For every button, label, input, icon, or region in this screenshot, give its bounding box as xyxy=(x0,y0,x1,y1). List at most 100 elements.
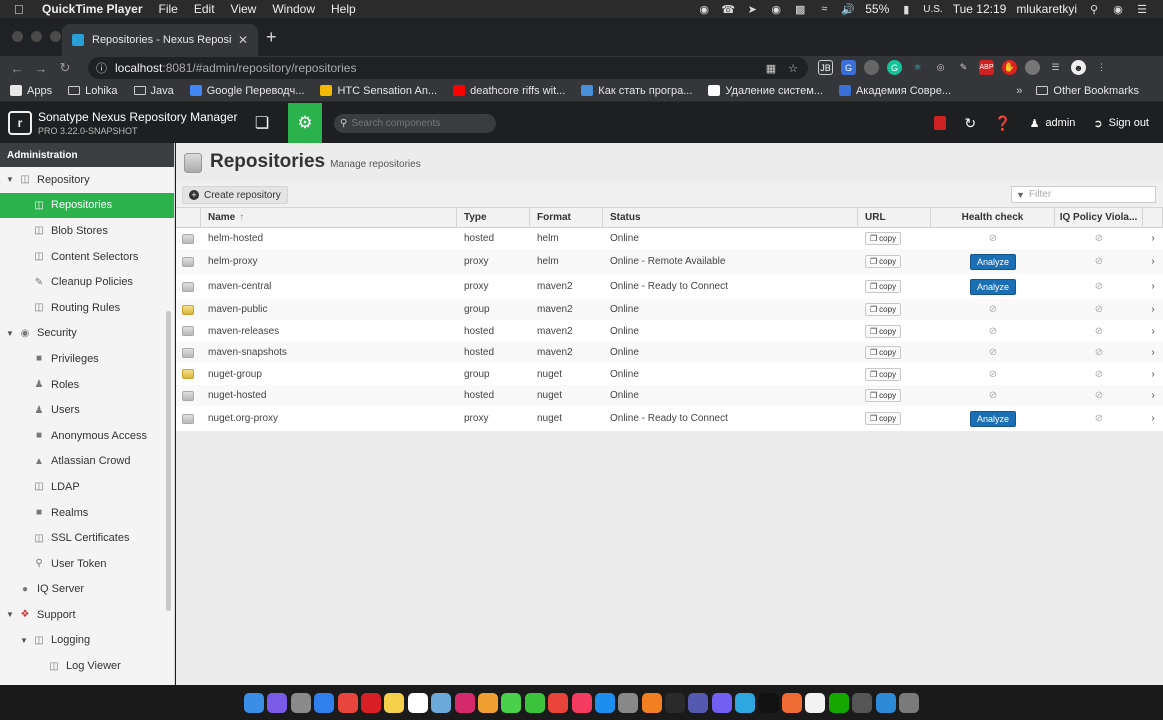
trash-icon[interactable] xyxy=(898,692,919,713)
launchpad-icon[interactable] xyxy=(290,692,311,713)
copy-url-button[interactable]: ❐ copy xyxy=(865,389,902,402)
row-chevron-cell[interactable]: › xyxy=(1143,406,1163,431)
notification-center-icon[interactable]: ☰ xyxy=(1135,3,1149,16)
sidebar-item-routing-rules[interactable]: ◫ Routing Rules xyxy=(0,295,174,321)
music-icon[interactable] xyxy=(571,692,592,713)
copy-url-button[interactable]: ❐ copy xyxy=(865,232,902,245)
bookmark-item[interactable]: HTC Sensation An... xyxy=(320,85,437,97)
refresh-icon[interactable]: ↻ xyxy=(964,115,976,132)
more-bookmarks-chevron-icon[interactable]: » xyxy=(1016,85,1022,97)
ext-pen-icon[interactable]: ✎ xyxy=(956,60,971,75)
col-status[interactable]: Status xyxy=(603,208,858,227)
row-chevron-cell[interactable]: › xyxy=(1143,299,1163,320)
copy-url-button[interactable]: ❐ copy xyxy=(865,367,902,381)
ext-circle-icon[interactable] xyxy=(864,60,879,75)
table-row[interactable]: maven-central proxy maven2 Online - Ready t… xyxy=(176,274,1163,299)
new-tab-button[interactable]: + xyxy=(266,28,277,46)
table-row[interactable]: nuget-group group nuget Online ❐ copy ⊘ ⊘ › xyxy=(176,363,1163,385)
forward-arrow-icon[interactable]: → xyxy=(34,61,48,76)
close-tab-icon[interactable]: ✕ xyxy=(238,33,248,47)
create-repository-button[interactable]: + Create repository xyxy=(182,186,288,204)
ext-grammarly-icon[interactable]: G xyxy=(887,60,902,75)
table-row[interactable]: maven-public group maven2 Online ❐ copy ⊘ ⊘ › xyxy=(176,299,1163,320)
safari-icon[interactable] xyxy=(314,692,335,713)
other-bookmarks[interactable]: Other Bookmarks xyxy=(1036,85,1139,97)
expand-caret-icon[interactable]: ▼ xyxy=(5,175,15,184)
help-icon[interactable]: ❓ xyxy=(994,115,1011,132)
user-menu[interactable]: ♟ admin xyxy=(1030,117,1076,130)
sidebar-item-ldap[interactable]: ◫ LDAP xyxy=(0,474,174,500)
siri-menu-icon[interactable]: ◉ xyxy=(1111,3,1125,16)
sidebar-item-user-token[interactable]: ⚲ User Token xyxy=(0,551,174,577)
col-format[interactable]: Format xyxy=(530,208,603,227)
battery-icon[interactable]: ▮ xyxy=(899,3,913,16)
sidebar-item-log-viewer[interactable]: ◫ Log Viewer xyxy=(0,653,174,679)
notes-icon[interactable] xyxy=(384,692,405,713)
menu-view[interactable]: View xyxy=(231,2,257,16)
search-components-input[interactable] xyxy=(351,118,492,129)
sidebar-item-users[interactable]: ♟ Users xyxy=(0,397,174,423)
bookmark-item[interactable]: Удаление систем... xyxy=(708,85,823,97)
appstore-icon[interactable] xyxy=(594,692,615,713)
bookmark-item[interactable]: Академия Совре... xyxy=(838,85,951,97)
edge-icon[interactable] xyxy=(875,692,896,713)
browser-menu-icon[interactable]: ⋮ xyxy=(1094,60,1109,75)
sidebar-item-anonymous-access[interactable]: ■ Anonymous Access xyxy=(0,423,174,449)
bookmark-item[interactable]: deathcore riffs wit... xyxy=(453,85,565,97)
col-type[interactable]: Type xyxy=(457,208,530,227)
intellij-icon[interactable] xyxy=(454,692,475,713)
menu-user[interactable]: mlukaretkyi xyxy=(1016,2,1077,16)
system-prefs-icon[interactable] xyxy=(618,692,639,713)
menu-help[interactable]: Help xyxy=(331,2,356,16)
finder-icon[interactable] xyxy=(244,692,265,713)
teams-icon[interactable] xyxy=(688,692,709,713)
copy-url-button[interactable]: ❐ copy xyxy=(865,324,902,338)
facetime-icon[interactable] xyxy=(524,692,545,713)
screenshot-icon[interactable] xyxy=(852,692,873,713)
row-chevron-cell[interactable]: › xyxy=(1143,342,1163,363)
sidebar-item-blob-stores[interactable]: ◫ Blob Stores xyxy=(0,218,174,244)
sign-out-button[interactable]: ➲ Sign out xyxy=(1093,117,1149,130)
volume-icon[interactable]: 🔊 xyxy=(841,3,855,16)
telegram-menu-icon[interactable]: ➤ xyxy=(745,3,759,16)
system-alert-icon[interactable] xyxy=(934,116,947,130)
expand-caret-icon[interactable]: ▼ xyxy=(5,329,15,338)
menu-clock[interactable]: Tue 12:19 xyxy=(953,2,1007,16)
textedit-icon[interactable] xyxy=(805,692,826,713)
col-iq-policy[interactable]: IQ Policy Viola... xyxy=(1055,208,1143,227)
site-info-icon[interactable]: ⓘ xyxy=(96,60,107,76)
ext-react-icon[interactable]: ⚛ xyxy=(910,60,925,75)
close-window-button[interactable] xyxy=(12,31,23,42)
activity-monitor-icon[interactable] xyxy=(665,692,686,713)
ext-adblock-icon[interactable]: ABP xyxy=(979,60,994,75)
bookmark-star-icon[interactable]: ☆ xyxy=(788,62,798,75)
postman-icon[interactable] xyxy=(782,692,803,713)
col-url[interactable]: URL xyxy=(858,208,931,227)
menu-file[interactable]: File xyxy=(159,2,178,16)
sidebar-item-roles[interactable]: ♟ Roles xyxy=(0,372,174,398)
ext-target-icon[interactable]: ◎ xyxy=(933,60,948,75)
ext-translate-icon[interactable]: G xyxy=(841,60,856,75)
calendar-icon[interactable] xyxy=(407,692,428,713)
menu-window[interactable]: Window xyxy=(272,2,315,16)
preview-icon[interactable] xyxy=(431,692,452,713)
row-chevron-cell[interactable]: › xyxy=(1143,363,1163,385)
copy-url-button[interactable]: ❐ copy xyxy=(865,346,902,359)
nexus-logo-icon[interactable]: r xyxy=(8,111,32,135)
expand-caret-icon[interactable]: ▼ xyxy=(19,636,29,645)
admin-mode-gear-icon[interactable]: ⚙ xyxy=(288,103,322,143)
copy-url-button[interactable]: ❐ copy xyxy=(865,255,902,268)
expand-caret-icon[interactable]: ▼ xyxy=(5,610,15,619)
news-icon[interactable] xyxy=(548,692,569,713)
table-row[interactable]: nuget-hosted hosted nuget Online ❐ copy ⊘ ⊘ › xyxy=(176,385,1163,406)
row-chevron-cell[interactable]: › xyxy=(1143,320,1163,342)
app-name[interactable]: QuickTime Player xyxy=(42,2,143,16)
profile-avatar[interactable]: ☻ xyxy=(1071,60,1086,75)
bookmark-item[interactable]: Java xyxy=(133,85,174,97)
sublime-icon[interactable] xyxy=(641,692,662,713)
sidebar-item-cleanup-policies[interactable]: ✎ Cleanup Policies xyxy=(0,269,174,295)
record-icon[interactable]: ◉ xyxy=(697,3,711,16)
table-row[interactable]: maven-releases hosted maven2 Online ❐ copy ⊘ ⊘ › xyxy=(176,320,1163,342)
viber-menu-icon[interactable]: ☎ xyxy=(721,3,735,16)
battery-percent[interactable]: 55% xyxy=(865,2,889,16)
